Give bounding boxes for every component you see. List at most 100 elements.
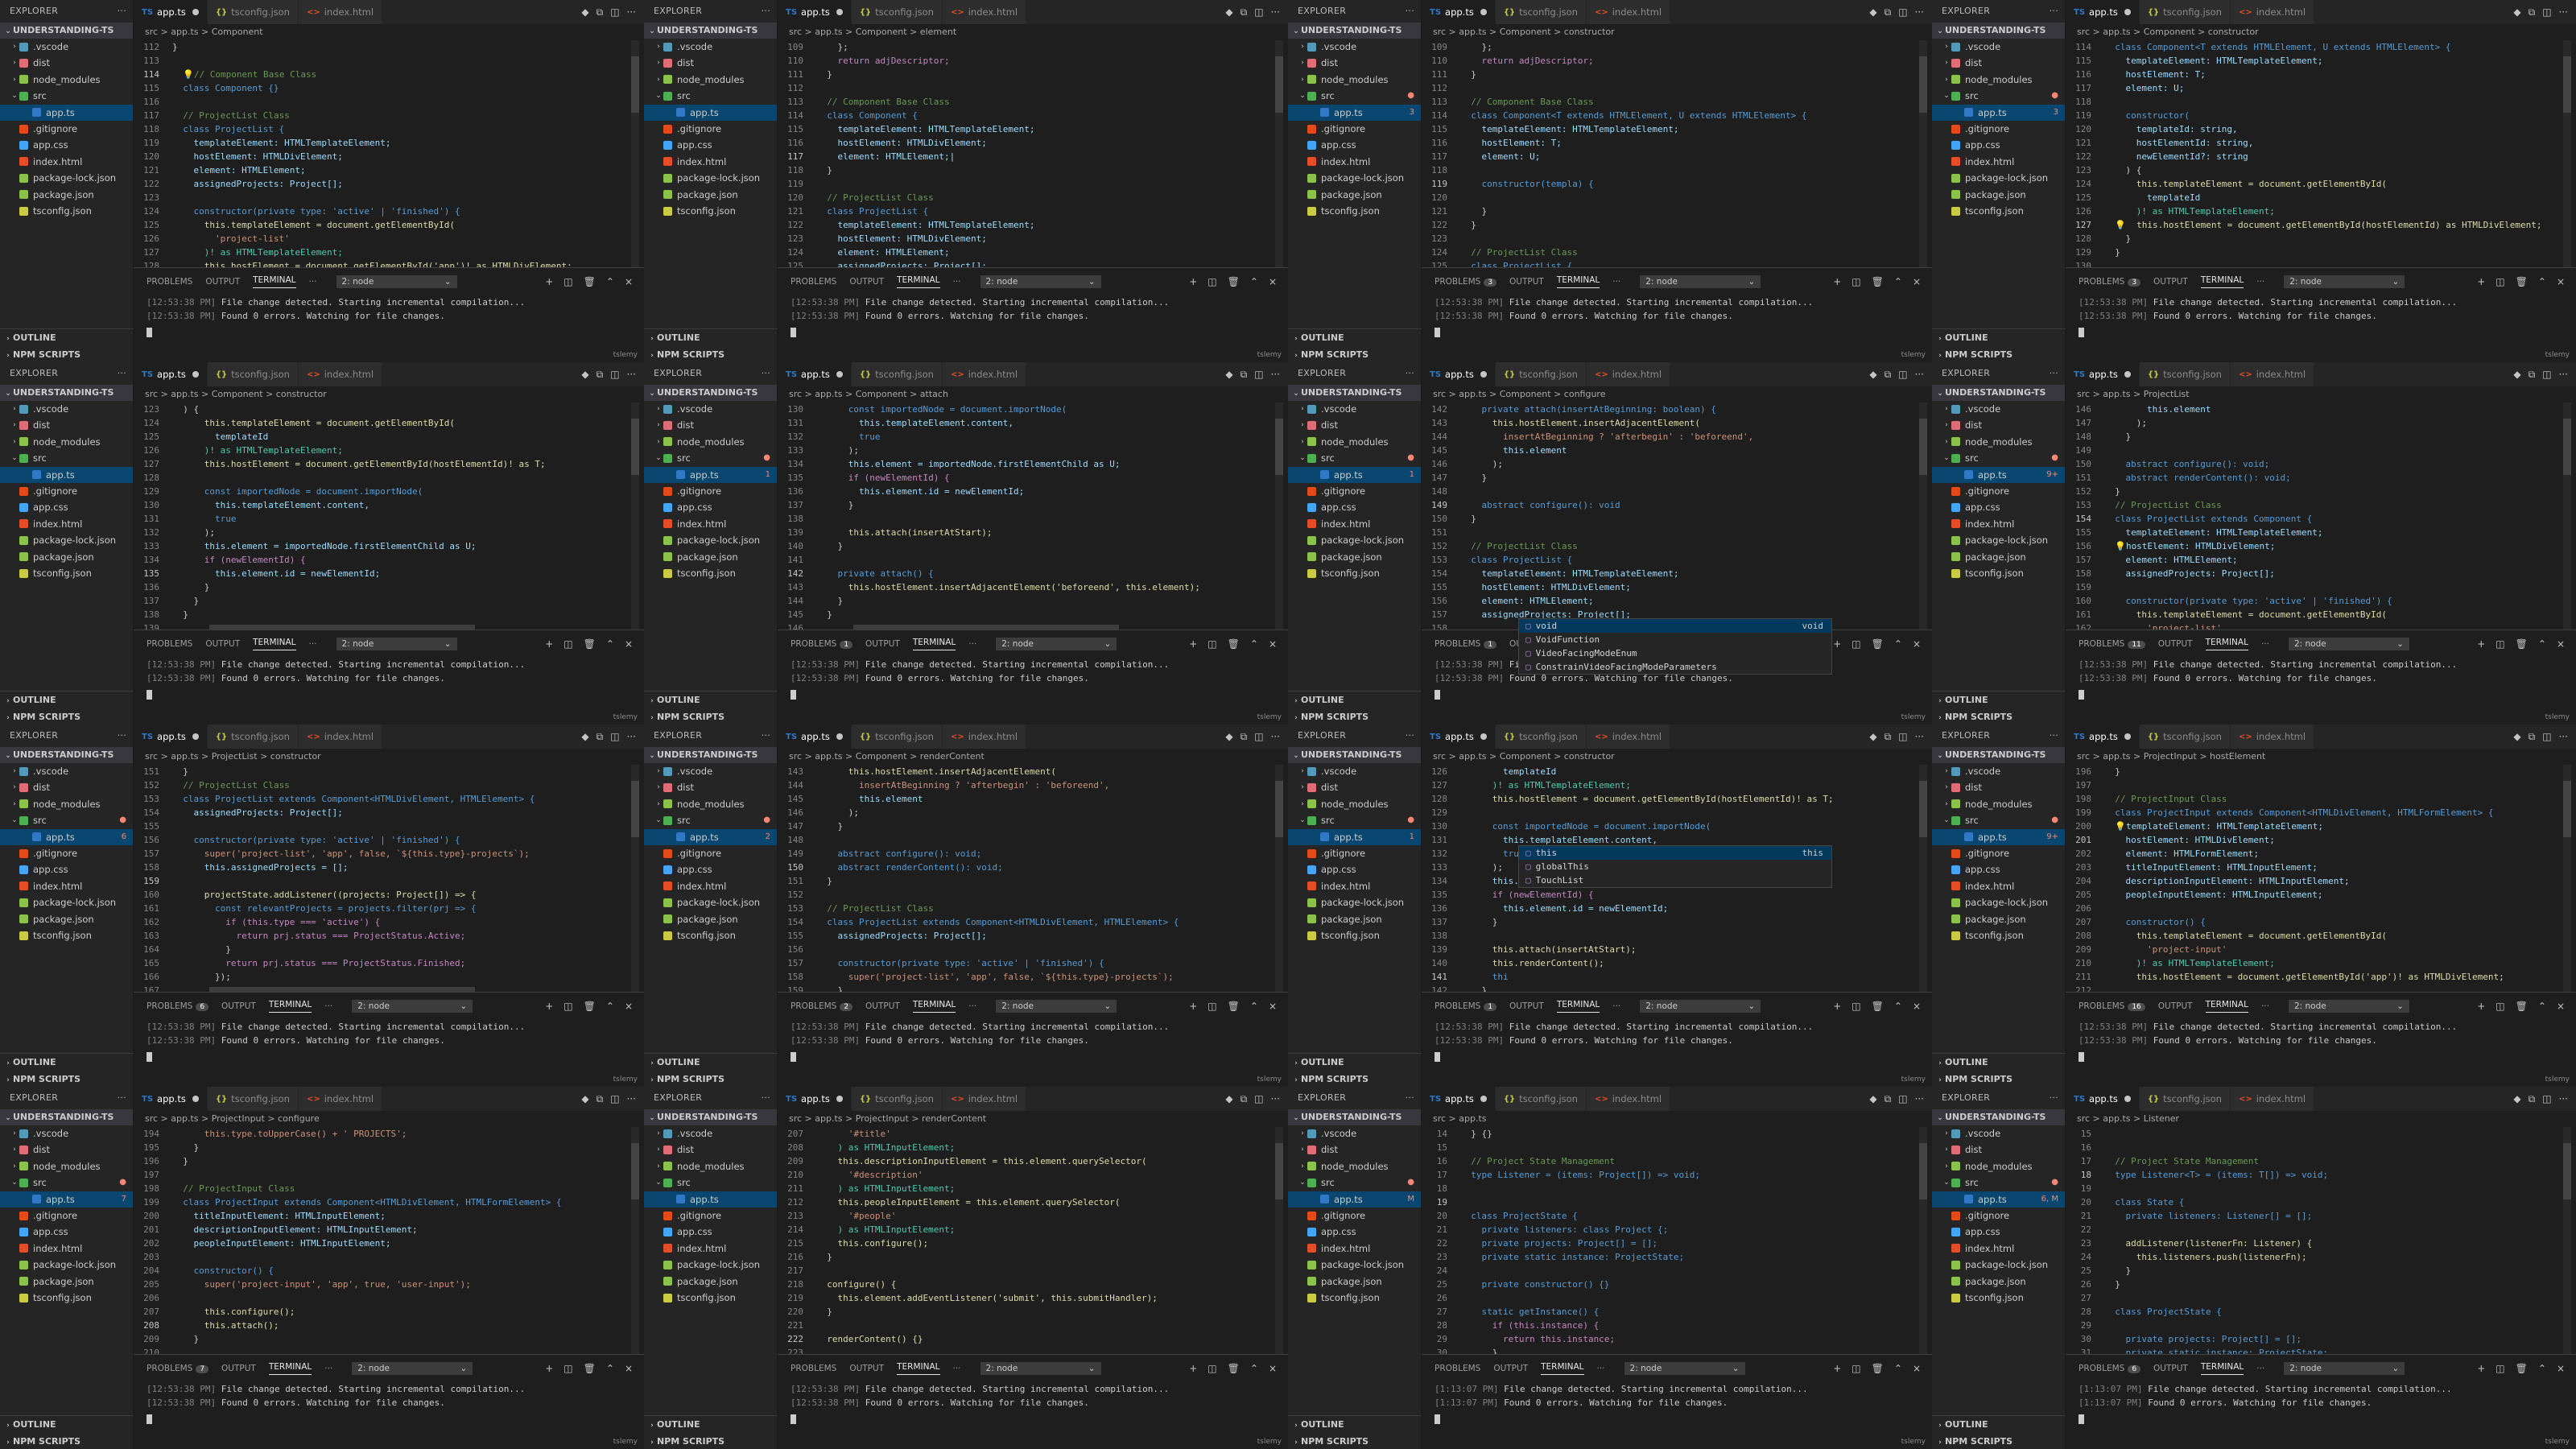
more-actions-icon[interactable]: ··· — [627, 1093, 636, 1104]
split-terminal-icon[interactable]: ◫ — [564, 276, 572, 287]
maximize-icon[interactable]: ⌃ — [2538, 638, 2546, 650]
tree-item[interactable]: › .vscode — [0, 763, 133, 779]
tree-item[interactable]: package.json — [0, 187, 133, 203]
trash-icon[interactable]: 🗑 — [1872, 1363, 1884, 1374]
tree-item[interactable]: › dist — [1932, 417, 2065, 433]
panel-tab-[interactable]: ··· — [309, 639, 317, 649]
tree-item[interactable]: › dist — [1932, 55, 2065, 71]
panel-tab-output[interactable]: OUTPUT — [1493, 1364, 1528, 1373]
maximize-icon[interactable]: ⌃ — [606, 1001, 614, 1012]
tree-item[interactable]: app.css — [1932, 1224, 2065, 1240]
panel-tab-problems[interactable]: PROBLEMS 2 — [791, 1001, 853, 1011]
tree-item[interactable]: .gitignore — [0, 845, 133, 861]
split-terminal-icon[interactable]: ◫ — [1208, 276, 1216, 287]
more-icon[interactable]: ··· — [118, 724, 126, 747]
tree-item[interactable]: › node_modules — [644, 796, 777, 812]
tree-item[interactable]: app.ts — [0, 466, 133, 483]
tree-item[interactable]: ⌄ src ● — [644, 812, 777, 828]
tab-index-html[interactable]: <> index.html — [2230, 724, 2315, 749]
tree-item[interactable]: › dist — [0, 417, 133, 433]
panel-tab-[interactable]: ··· — [968, 639, 976, 649]
tab-app-ts[interactable]: TS app.ts — [1422, 362, 1496, 386]
outline-section[interactable]: › OUTLINE — [1288, 1054, 1422, 1071]
tree-item[interactable]: package-lock.json — [644, 894, 777, 910]
trash-icon[interactable]: 🗑 — [584, 1001, 596, 1012]
horizontal-scrollbar[interactable] — [209, 987, 475, 992]
more-icon[interactable]: ··· — [118, 0, 126, 23]
tree-item[interactable]: › .vscode — [1932, 401, 2065, 417]
tree-item[interactable]: › .vscode — [1932, 763, 2065, 779]
tree-item[interactable]: › dist — [644, 1141, 777, 1158]
tab-app-ts[interactable]: TS app.ts — [778, 0, 852, 24]
plus-icon[interactable]: + — [2477, 276, 2485, 287]
panel-tab-terminal[interactable]: TERMINAL — [912, 1000, 956, 1013]
tree-item[interactable]: app.ts 6, M — [1932, 1191, 2065, 1208]
code-editor[interactable]: 112} 113 114 💡// Component Base Class 115 c… — [134, 40, 644, 267]
tab-app-ts[interactable]: TS app.ts — [2066, 724, 2140, 749]
panel-tab-output[interactable]: OUTPUT — [2158, 1001, 2193, 1011]
tab-tsconfig-json[interactable]: {} tsconfig.json — [207, 0, 299, 24]
tree-item[interactable]: index.html — [644, 516, 777, 532]
more-actions-icon[interactable]: ··· — [2559, 369, 2568, 380]
editor-scrollbar[interactable] — [631, 1127, 639, 1354]
trash-icon[interactable]: 🗑 — [584, 276, 596, 287]
panel-tab-problems[interactable]: PROBLEMS 1 — [1435, 639, 1497, 649]
terminal-select[interactable]: 2: node⌄ — [336, 275, 457, 288]
tab-tsconfig-json[interactable]: {} tsconfig.json — [851, 1087, 943, 1111]
close-icon[interactable]: × — [1913, 638, 1921, 650]
tree-item[interactable]: tsconfig.json — [1932, 1290, 2065, 1306]
tab-index-html[interactable]: <> index.html — [1586, 0, 1671, 24]
tab-app-ts[interactable]: TS app.ts — [134, 1087, 208, 1111]
panel-tab-terminal[interactable]: TERMINAL — [253, 638, 296, 650]
tree-item[interactable]: package-lock.json — [1932, 170, 2065, 186]
tree-item[interactable]: app.css — [644, 1224, 777, 1240]
tree-item[interactable]: › .vscode — [644, 1125, 777, 1141]
tree-item[interactable]: › dist — [644, 55, 777, 71]
more-icon[interactable]: ··· — [762, 1087, 770, 1109]
tab-tsconfig-json[interactable]: {} tsconfig.json — [1495, 362, 1587, 386]
tree-item[interactable]: › node_modules — [1932, 72, 2065, 88]
open-changes-icon[interactable]: ⧉ — [2529, 6, 2536, 19]
npm-scripts-section[interactable]: › NPM SCRIPTS — [1932, 346, 2066, 362]
plus-icon[interactable]: + — [1189, 276, 1197, 287]
unsaved-dot-icon[interactable] — [192, 371, 199, 378]
tree-item[interactable]: ⌄ src — [644, 1174, 777, 1191]
terminal-select[interactable]: 2: node⌄ — [336, 638, 457, 650]
panel-tab-problems[interactable]: PROBLEMS — [1435, 1364, 1480, 1373]
tree-item[interactable]: package-lock.json — [644, 1257, 777, 1273]
tree-item[interactable]: package.json — [644, 911, 777, 927]
editor-scrollbar[interactable] — [631, 40, 639, 267]
tree-item[interactable]: app.css — [644, 137, 777, 153]
tab-tsconfig-json[interactable]: {} tsconfig.json — [2139, 0, 2231, 24]
tree-item[interactable]: ⌄ src — [0, 88, 133, 104]
split-terminal-icon[interactable]: ◫ — [2496, 1001, 2504, 1012]
panel-tab-output[interactable]: OUTPUT — [1509, 277, 1544, 287]
outline-section[interactable]: › OUTLINE — [0, 329, 134, 346]
trash-icon[interactable]: 🗑 — [584, 1363, 596, 1374]
tree-item[interactable]: app.ts 1 — [1288, 466, 1421, 483]
tree-item[interactable]: ⌄ src ● — [1932, 812, 2065, 828]
panel-tab-output[interactable]: OUTPUT — [2153, 277, 2188, 287]
tree-item[interactable]: ⌄ src — [0, 450, 133, 466]
terminal-select[interactable]: 2: node⌄ — [2288, 1000, 2409, 1013]
editor-scrollbar[interactable] — [1919, 40, 1927, 267]
tree-item[interactable]: › node_modules — [1932, 434, 2065, 450]
unsaved-dot-icon[interactable] — [2124, 1096, 2131, 1102]
outline-section[interactable]: › OUTLINE — [0, 691, 134, 708]
close-icon[interactable]: × — [2557, 1001, 2565, 1012]
tree-item[interactable]: tsconfig.json — [1932, 927, 2065, 943]
more-actions-icon[interactable]: ··· — [1915, 731, 1924, 742]
breadcrumb[interactable]: src > app.ts > ProjectInput > renderCont… — [778, 1111, 1288, 1127]
tree-item[interactable]: package.json — [1288, 549, 1421, 565]
suggest-item[interactable]: ▢ globalThis — [1519, 860, 1831, 873]
more-actions-icon[interactable]: ··· — [627, 731, 636, 742]
more-actions-icon[interactable]: ··· — [2559, 731, 2568, 742]
split-editor-icon[interactable]: ◫ — [2542, 1093, 2551, 1104]
open-changes-icon[interactable]: ⧉ — [597, 6, 604, 19]
npm-scripts-section[interactable]: › NPM SCRIPTS — [1932, 1433, 2066, 1449]
tree-item[interactable]: index.html — [0, 154, 133, 170]
more-actions-icon[interactable]: ··· — [2559, 6, 2568, 18]
tree-item[interactable]: › node_modules — [644, 1158, 777, 1174]
tree-item[interactable]: tsconfig.json — [0, 203, 133, 219]
tree-item[interactable]: › dist — [1932, 1141, 2065, 1158]
